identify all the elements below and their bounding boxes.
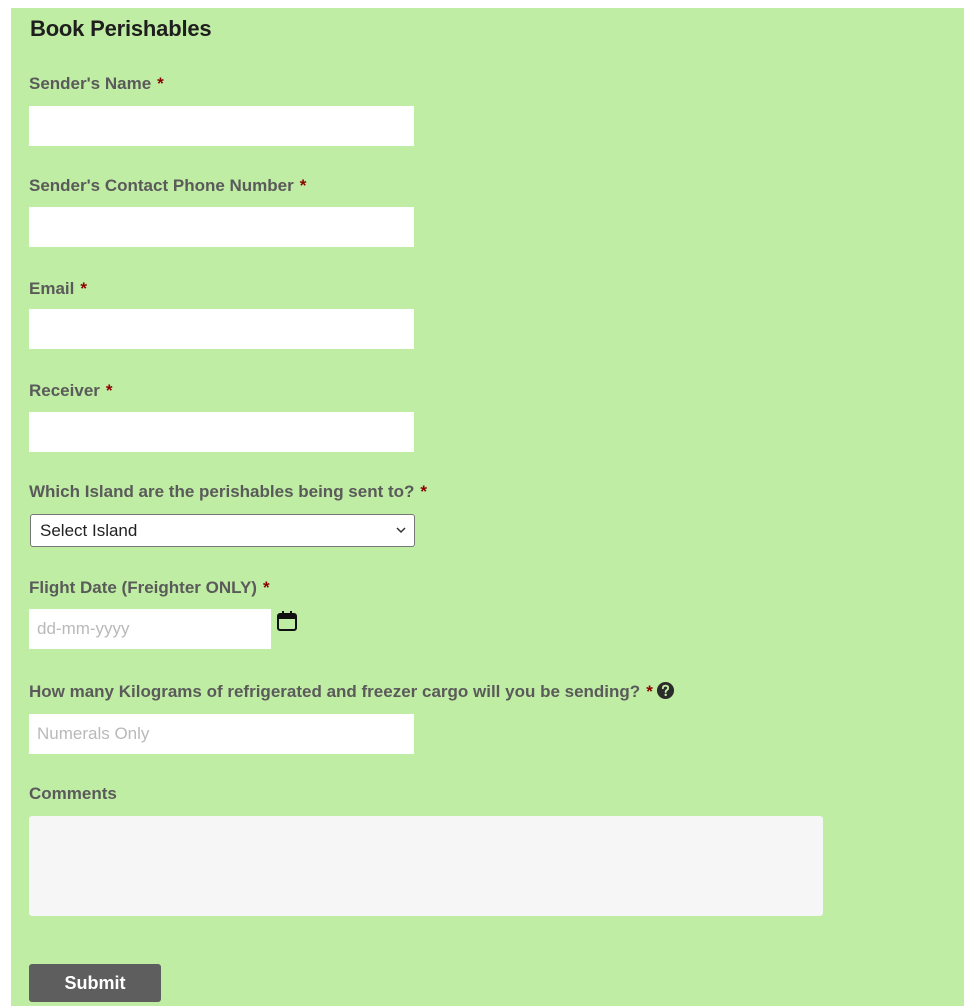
sender-phone-label: Sender's Contact Phone Number * [29, 176, 306, 196]
sender-name-label: Sender's Name * [29, 74, 164, 94]
required-marker: * [105, 381, 113, 400]
kilograms-input[interactable] [29, 714, 414, 754]
submit-button[interactable]: Submit [29, 964, 161, 1002]
booking-form-panel: Book Perishables Sender's Name * Sender's… [11, 8, 964, 1006]
island-label-text: Which Island are the perishables being s… [29, 482, 415, 501]
kilograms-label-text: How many Kilograms of refrigerated and f… [29, 682, 641, 701]
required-marker: * [80, 279, 87, 298]
required-marker: * [299, 176, 307, 195]
email-input[interactable] [29, 309, 414, 349]
chevron-down-icon [396, 527, 406, 534]
island-select[interactable]: Select Island [30, 514, 415, 547]
island-label: Which Island are the perishables being s… [29, 482, 427, 502]
receiver-input[interactable] [29, 412, 414, 452]
required-marker: * [262, 578, 270, 597]
kilograms-label: How many Kilograms of refrigerated and f… [29, 681, 675, 702]
required-marker: * [157, 74, 164, 93]
required-marker: * [646, 682, 653, 701]
sender-phone-input[interactable] [29, 207, 414, 247]
flight-date-input[interactable] [29, 609, 271, 649]
sender-name-input[interactable] [29, 106, 414, 146]
calendar-icon[interactable] [276, 610, 298, 632]
flight-date-label: Flight Date (Freighter ONLY) * [29, 578, 270, 598]
form-title: Book Perishables [30, 16, 212, 41]
receiver-label-text: Receiver [29, 381, 100, 400]
comments-label: Comments [29, 784, 117, 803]
receiver-label: Receiver * [29, 381, 113, 401]
email-label: Email * [29, 279, 87, 299]
sender-phone-label-text: Sender's Contact Phone Number [29, 176, 294, 195]
comments-textarea[interactable] [29, 816, 823, 916]
island-select-value: Select Island [40, 521, 138, 540]
email-label-text: Email [29, 279, 75, 298]
sender-name-label-text: Sender's Name [29, 74, 152, 93]
required-marker: * [420, 482, 428, 501]
flight-date-label-text: Flight Date (Freighter ONLY) [29, 578, 257, 597]
question-circle-icon[interactable] [656, 681, 675, 700]
